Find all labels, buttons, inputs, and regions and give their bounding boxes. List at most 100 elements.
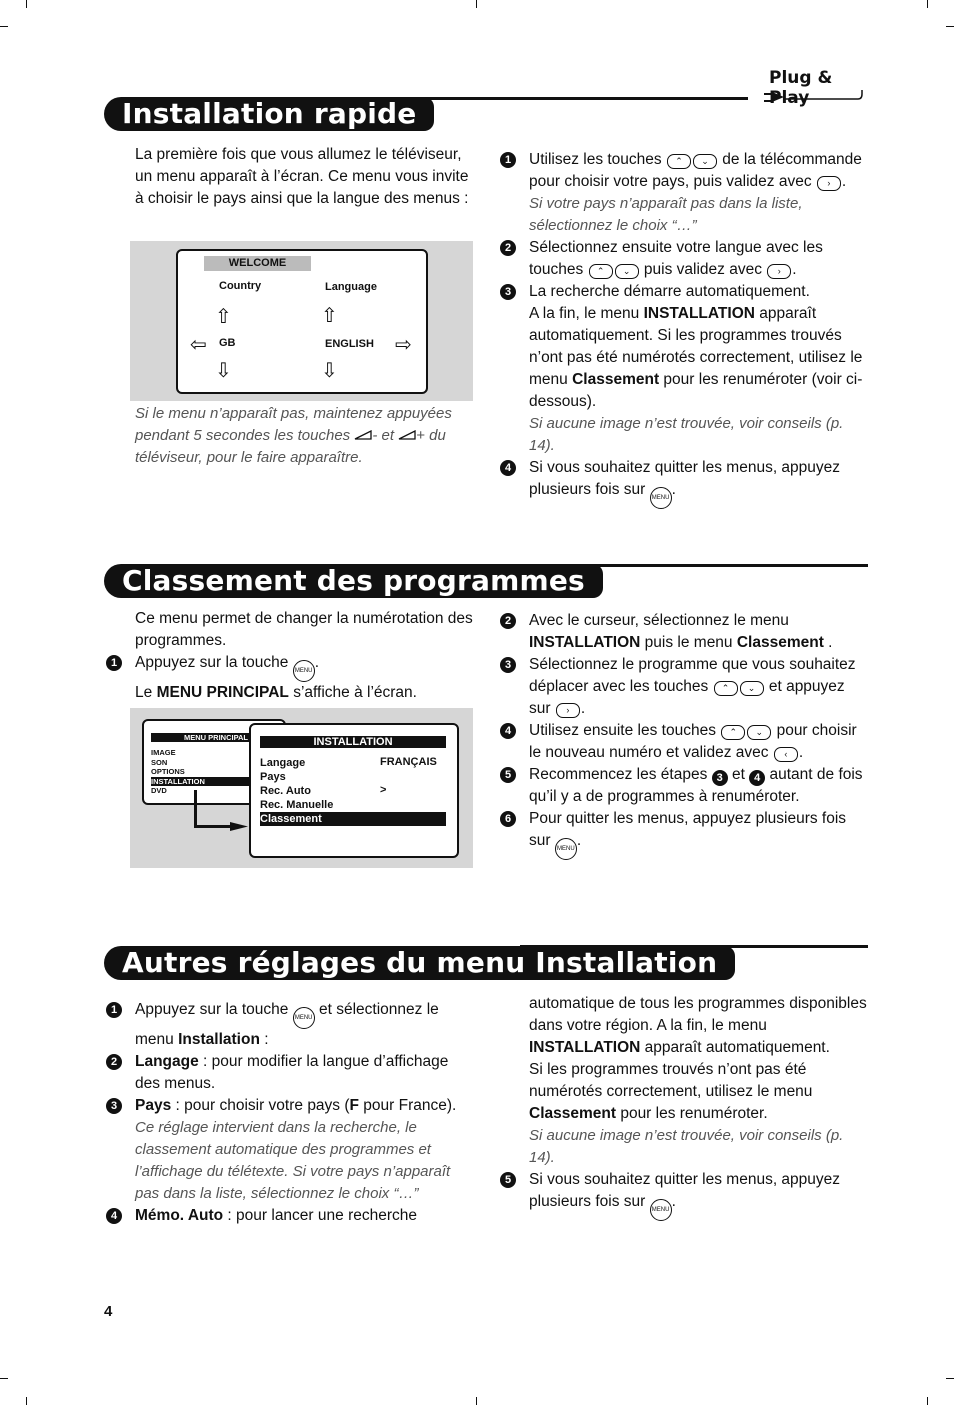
- arrow-right-icon: ⇨: [395, 334, 412, 356]
- text: .: [798, 744, 804, 761]
- text: : pour choisir votre pays (: [171, 1097, 350, 1114]
- text: puis validez avec: [639, 261, 767, 278]
- section-3-right: automatique de tous les programmes dispo…: [500, 993, 869, 1221]
- step-number: 6: [500, 811, 516, 827]
- key-left-icon: ‹: [773, 747, 798, 762]
- rec-auto-value: >: [380, 784, 387, 796]
- bold-text: Langage: [135, 1053, 199, 1070]
- crop-mark: [0, 26, 8, 27]
- plug-and-play-logo: Plug & Play: [764, 68, 869, 108]
- arrow-up-icon: ⇧: [215, 306, 232, 328]
- numbered-step: 2 Langage : pour modifier la langue d’aff…: [106, 1051, 475, 1095]
- menu-button-icon: MENU: [649, 1199, 672, 1221]
- key-right-icon: ›: [816, 176, 841, 191]
- text: s’affiche à l’écran.: [288, 684, 417, 701]
- text: : pour lancer une recherche: [223, 1207, 417, 1224]
- note-text: Ce réglage intervient dans la recherche,…: [135, 1119, 451, 1202]
- crop-mark: [26, 1397, 27, 1405]
- step-number: 5: [500, 767, 516, 783]
- text: pour les renuméroter.: [616, 1105, 768, 1122]
- text: .: [792, 261, 797, 278]
- numbered-step: 1 Utilisez les touches ⌃ ⌄ de la télécomma…: [500, 149, 869, 237]
- menu-screen: MENU PRINCIPAL IMAGE SON OPTIONS INSTALL…: [130, 708, 473, 868]
- step-number: 4: [500, 723, 516, 739]
- text: .: [671, 1193, 676, 1210]
- menu-button-icon: MENU: [292, 1007, 315, 1029]
- crop-mark: [927, 0, 928, 8]
- country-label: Country: [219, 280, 262, 292]
- numbered-step: 3 Sélectionnez le programme que vous souh…: [500, 654, 869, 720]
- step-number: 2: [106, 1054, 122, 1070]
- menu-button-icon: MENU: [649, 487, 672, 509]
- volume-plus-icon: [398, 425, 416, 440]
- key-up-icon: ⌃: [588, 264, 613, 279]
- installation-menu-item-selected[interactable]: Classement: [260, 812, 446, 826]
- text: Ce menu permet de changer la numérotatio…: [135, 610, 473, 649]
- text: .: [841, 173, 847, 190]
- installation-menu-item[interactable]: Pays: [260, 770, 446, 784]
- key-down-icon: ⌄: [692, 154, 717, 169]
- welcome-menu-box: WELCOME Country Language ⇧ ⇧ ⇦ GB ENGLIS…: [176, 249, 428, 394]
- arrow-up-icon: ⇧: [321, 305, 338, 327]
- bold-text: Classement: [529, 1105, 617, 1122]
- plug-icon: [764, 90, 863, 102]
- language-label: Language: [325, 281, 377, 293]
- section-title: Installation rapide: [104, 97, 435, 131]
- text: :: [259, 1031, 269, 1048]
- numbered-step: 3 Pays : pour choisir votre pays (F pour …: [106, 1095, 475, 1205]
- text: .: [823, 634, 833, 651]
- numbered-step: 4 Si vous souhaitez quitter les menus, ap…: [500, 457, 869, 509]
- arrow-right-icon: [230, 822, 248, 831]
- paragraph: Si le menu n’apparaît pas, maintenez app…: [135, 403, 475, 469]
- numbered-step: 4 Mémo. Auto : pour lancer une recherche: [106, 1205, 475, 1227]
- crop-mark: [476, 0, 477, 8]
- step-number-icon: 3: [711, 770, 728, 786]
- connector-arrow: [194, 825, 234, 828]
- bold-text: INSTALLATION: [643, 305, 755, 322]
- text: pour France).: [359, 1097, 457, 1114]
- crop-mark: [476, 1397, 477, 1405]
- section-2-left: Ce menu permet de changer la numérotatio…: [106, 608, 475, 704]
- language-value: ENGLISH: [325, 338, 374, 350]
- numbered-step: 1 Appuyez sur la touche MENU et sélection…: [106, 999, 475, 1051]
- bold-text: F: [349, 1097, 359, 1114]
- section-1-left: La première fois que vous allumez le tél…: [135, 144, 475, 210]
- text: apparaît automatiquement.: [640, 1039, 830, 1056]
- text: .: [314, 654, 319, 671]
- text: La recherche démarre automatiquement.: [529, 283, 810, 300]
- installation-menu-item[interactable]: Rec. Manuelle: [260, 798, 446, 812]
- installation-menu-item[interactable]: Rec. Auto: [260, 784, 446, 798]
- key-down-icon: ⌄: [739, 681, 764, 696]
- bold-text: INSTALLATION: [529, 634, 641, 651]
- crop-mark: [0, 1378, 8, 1379]
- key-up-icon: ⌃: [721, 725, 746, 740]
- key-down-icon: ⌄: [614, 264, 639, 279]
- section-2-right: 2 Avec le curseur, sélectionnez le menu I…: [500, 610, 869, 860]
- text: Si vous souhaitez quitter les menus, app…: [529, 459, 841, 498]
- country-value: GB: [219, 337, 236, 349]
- section-1-right: 1 Utilisez les touches ⌃ ⌄ de la télécomma…: [500, 149, 869, 509]
- bold-text: INSTALLATION: [529, 1039, 641, 1056]
- text: Si les programmes trouvés n’ont pas été …: [529, 1061, 813, 1100]
- bold-text: MENU PRINCIPAL: [156, 684, 289, 701]
- arrow-down-icon: ⇩: [321, 360, 338, 382]
- step-number-icon: 4: [749, 770, 766, 786]
- text: Recommencez les étapes: [529, 766, 712, 783]
- langage-value: FRANÇAIS: [380, 756, 437, 768]
- note-text: - et: [372, 427, 399, 444]
- section-title: Classement des programmes: [104, 564, 603, 598]
- text: La première fois que vous allumez le tél…: [135, 146, 469, 207]
- section-3-left: 1 Appuyez sur la touche MENU et sélection…: [106, 999, 475, 1227]
- text: Si vous souhaitez quitter les menus, app…: [529, 1171, 841, 1210]
- text: Utilisez les touches: [529, 151, 666, 168]
- installation-menu-box: INSTALLATION Langage Pays Rec. Auto Rec.…: [249, 723, 459, 858]
- key-down-icon: ⌄: [747, 725, 772, 740]
- step-number: 3: [500, 657, 516, 673]
- note-text: Si aucune image n’est trouvée, voir cons…: [529, 1127, 844, 1166]
- note-text: Si aucune image n’est trouvée, voir cons…: [529, 415, 844, 454]
- text: puis le menu: [640, 634, 737, 651]
- step-number: 3: [500, 284, 516, 300]
- connector-arrow: [194, 790, 197, 828]
- menu-button-icon: MENU: [292, 660, 315, 682]
- arrow-down-icon: ⇩: [215, 360, 232, 382]
